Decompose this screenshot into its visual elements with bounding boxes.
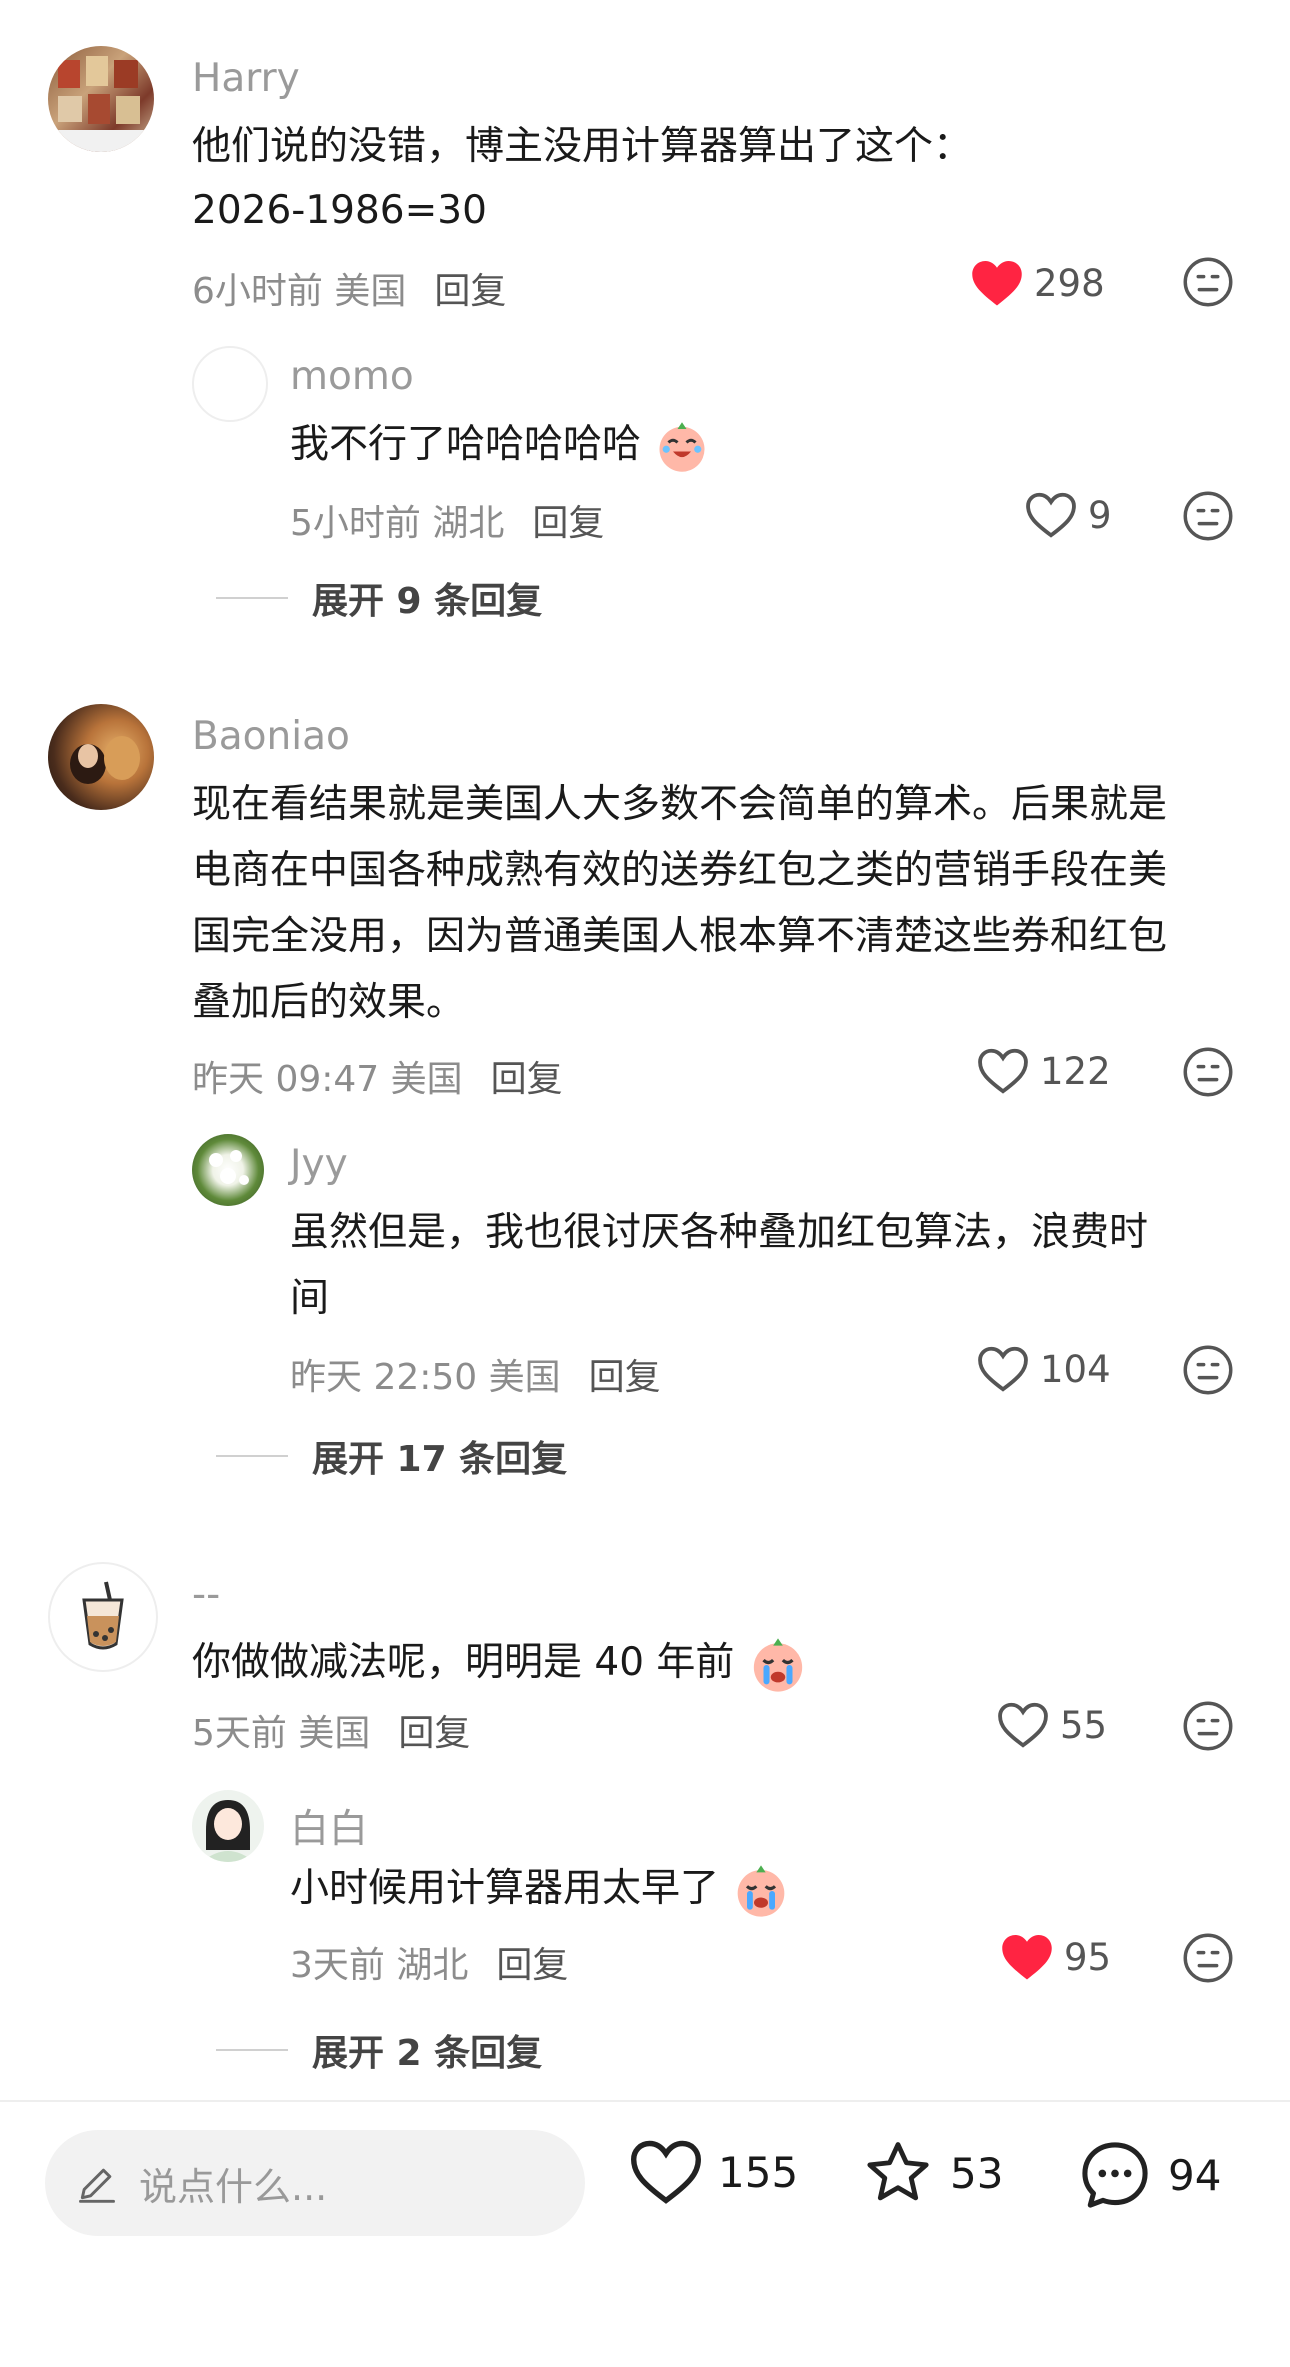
username[interactable]: 白白 xyxy=(290,1798,368,1854)
comment-text-line: 2026-1986=30 xyxy=(192,188,487,233)
reply-button[interactable]: 回复 xyxy=(589,1357,661,1398)
like-post-button[interactable]: 155 xyxy=(628,2137,798,2207)
expand-replies-button[interactable]: 展开 17 条回复 xyxy=(216,1430,567,1482)
expand-replies-label: 展开 9 条回复 xyxy=(312,581,543,622)
reply-button[interactable]: 回复 xyxy=(532,503,604,544)
avatar[interactable] xyxy=(48,46,154,152)
heart-outline-icon xyxy=(1026,492,1076,538)
meh-face-icon[interactable] xyxy=(1182,490,1234,542)
avatar-image xyxy=(209,1150,249,1185)
time-location: 3天前 湖北 xyxy=(290,1945,469,1986)
avatar-image xyxy=(48,56,154,152)
comment-text: 你做做减法呢，明明是 40 年前 xyxy=(192,1630,807,1696)
username[interactable]: Baoniao xyxy=(192,714,350,759)
crying-emoji xyxy=(738,1864,785,1917)
bubble-tea-avatar-icon xyxy=(82,1581,124,1650)
reply-text: 虽然但是，我也很讨厌各种叠加红包算法，浪费时 间 xyxy=(290,1210,1149,1321)
comment-count: 94 xyxy=(1168,2150,1222,2200)
username[interactable]: momo xyxy=(290,354,414,399)
reply-button[interactable]: 回复 xyxy=(434,271,506,312)
avatar[interactable] xyxy=(192,346,268,422)
avatar-image xyxy=(202,1800,254,1862)
like-button[interactable]: 298 xyxy=(970,258,1105,308)
like-count: 9 xyxy=(1088,493,1112,537)
divider xyxy=(216,1455,288,1457)
reply-meta: 5小时前 湖北 回复 xyxy=(290,494,604,546)
heart-outline-icon xyxy=(978,1346,1028,1392)
heart-outline-icon xyxy=(998,1702,1048,1748)
heart-filled-icon xyxy=(1002,1934,1052,1980)
time-location: 昨天 09:47 美国 xyxy=(192,1059,463,1100)
like-button[interactable]: 104 xyxy=(976,1344,1111,1394)
avatar-image xyxy=(70,736,140,784)
time-location: 6小时前 美国 xyxy=(192,271,407,312)
meh-face-icon[interactable] xyxy=(1182,1932,1234,1984)
divider xyxy=(216,2049,288,2051)
meh-face-icon[interactable] xyxy=(1182,256,1234,308)
heart-filled-icon xyxy=(972,260,1022,306)
heart-outline-icon xyxy=(978,1048,1028,1094)
expand-replies-label: 展开 2 条回复 xyxy=(312,2033,543,2074)
reply-button[interactable]: 回复 xyxy=(496,1945,568,1986)
post-like-count: 155 xyxy=(718,2147,799,2197)
heart-outline-icon xyxy=(631,2140,701,2204)
like-button[interactable]: 55 xyxy=(996,1700,1107,1750)
like-button[interactable]: 95 xyxy=(1000,1932,1111,1982)
reply-meta: 3天前 湖北 回复 xyxy=(290,1936,568,1988)
comment-text-line: 电商在中国各种成熟有效的送券红包之类的营销手段在美 xyxy=(192,848,1168,893)
reply-button[interactable]: 回复 xyxy=(398,1713,470,1754)
comment-meta: 5天前 美国 回复 xyxy=(192,1704,470,1756)
like-count: 55 xyxy=(1060,1703,1108,1747)
expand-replies-button[interactable]: 展开 2 条回复 xyxy=(216,2024,542,2076)
comment-text-line: 你做做减法呢，明明是 40 年前 xyxy=(192,1640,735,1685)
time-location: 5天前 美国 xyxy=(192,1713,371,1754)
comment-text-line: 他们说的没错，博主没用计算器算出了这个： xyxy=(192,124,973,169)
favorite-button[interactable]: 53 xyxy=(860,2137,1003,2209)
bottom-bar: 说点什么... 155 53 94 xyxy=(0,2100,1290,2272)
comment-meta: 昨天 09:47 美国 回复 xyxy=(192,1050,563,1102)
comment-text-line: 叠加后的效果。 xyxy=(192,980,466,1025)
expand-replies-button[interactable]: 展开 9 条回复 xyxy=(216,572,542,624)
meh-face-icon[interactable] xyxy=(1182,1046,1234,1098)
meh-face-icon[interactable] xyxy=(1182,1344,1234,1396)
username[interactable]: -- xyxy=(192,1572,220,1617)
reply-text: 我不行了哈哈哈哈哈 xyxy=(290,412,709,478)
comment-text-line: 国完全没用，因为普通美国人根本算不清楚这些券和红包 xyxy=(192,914,1168,959)
like-count: 104 xyxy=(1040,1347,1111,1391)
comment-meta: 6小时前 美国 回复 xyxy=(192,262,506,314)
like-button[interactable]: 9 xyxy=(1024,490,1112,540)
reply-meta: 昨天 22:50 美国 回复 xyxy=(290,1348,661,1400)
favorite-count: 53 xyxy=(950,2148,1004,2198)
reply-text: 小时候用计算器用太早了 xyxy=(290,1856,789,1922)
star-icon xyxy=(867,2142,929,2201)
avatar[interactable] xyxy=(192,1134,264,1206)
crying-laughing-emoji xyxy=(659,421,705,472)
like-count: 298 xyxy=(1034,261,1105,305)
crying-emoji xyxy=(753,1637,802,1692)
expand-replies-label: 展开 17 条回复 xyxy=(312,1439,568,1480)
meh-face-icon[interactable] xyxy=(1182,1700,1234,1752)
comments-button[interactable]: 94 xyxy=(1076,2137,1221,2213)
reply-text-content: 小时候用计算器用太早了 xyxy=(290,1866,720,1911)
comment-text-line: 现在看结果就是美国人大多数不会简单的算术。后果就是 xyxy=(192,782,1168,827)
comment-input[interactable]: 说点什么... xyxy=(45,2130,585,2236)
pencil-icon xyxy=(79,2168,115,2203)
like-button[interactable]: 122 xyxy=(976,1046,1111,1096)
username[interactable]: Harry xyxy=(192,56,300,101)
username[interactable]: Jyy xyxy=(290,1142,348,1187)
like-count: 95 xyxy=(1064,1935,1112,1979)
comment-input-placeholder: 说点什么... xyxy=(139,2164,328,2209)
divider xyxy=(216,597,288,599)
comment-bubble-icon xyxy=(1082,2142,1148,2208)
reply-button[interactable]: 回复 xyxy=(491,1059,563,1100)
avatar[interactable] xyxy=(192,1790,264,1862)
like-count: 122 xyxy=(1040,1049,1111,1093)
reply-text-content: 我不行了哈哈哈哈哈 xyxy=(290,422,642,467)
time-location: 5小时前 湖北 xyxy=(290,503,505,544)
time-location: 昨天 22:50 美国 xyxy=(290,1357,561,1398)
avatar[interactable] xyxy=(48,1562,158,1672)
avatar[interactable] xyxy=(48,704,154,810)
